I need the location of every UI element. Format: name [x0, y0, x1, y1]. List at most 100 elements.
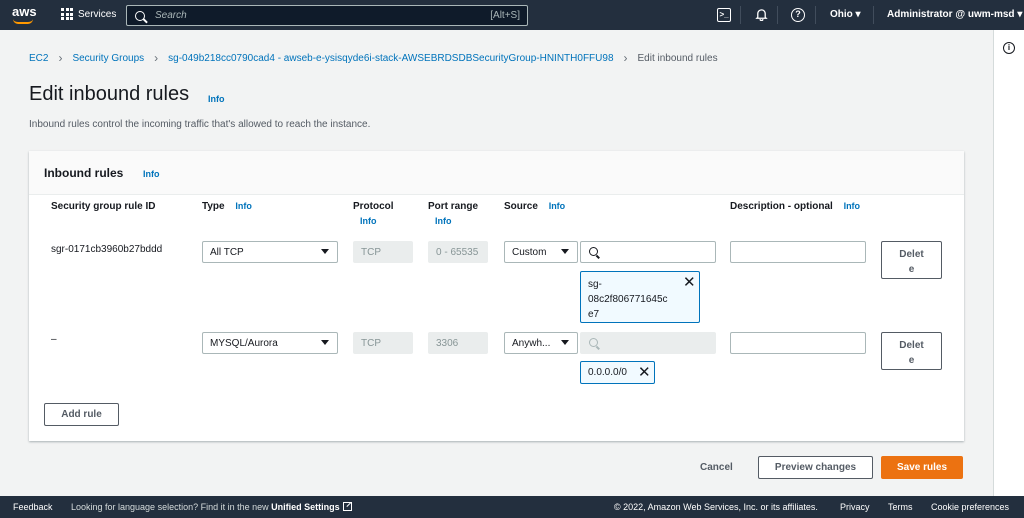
- top-navigation: aws Services Search [Alt+S] >_ ? Ohio ▾ …: [0, 0, 1024, 30]
- search-shortcut: [Alt+S]: [490, 10, 520, 21]
- source-select[interactable]: Custom: [504, 241, 578, 263]
- search-icon: [135, 10, 145, 21]
- language-prompt-text: Looking for language selection? Find it …: [71, 502, 269, 512]
- copyright: © 2022, Amazon Web Services, Inc. or its…: [614, 502, 818, 512]
- help-icon[interactable]: ?: [791, 8, 805, 22]
- inbound-rules-panel: Inbound rules Info Security group rule I…: [29, 151, 964, 441]
- breadcrumb-ec2[interactable]: EC2: [29, 53, 48, 64]
- port-range-info-link[interactable]: Info: [435, 216, 452, 226]
- source-select-value: Anywh...: [512, 337, 551, 349]
- source-select[interactable]: Anywh...: [504, 332, 578, 354]
- col-source: Source Info: [504, 199, 565, 214]
- services-grid-icon: [61, 8, 73, 20]
- bell-icon[interactable]: [754, 8, 768, 22]
- caret-down-icon: [321, 249, 329, 254]
- breadcrumb-security-group[interactable]: sg-049b218cc0790cad4 - awseb-e-ysisqyde6…: [168, 53, 613, 64]
- col-protocol-label: Protocol: [353, 201, 394, 212]
- footer: Feedback Looking for language selection?…: [0, 496, 1024, 518]
- port-range-field: 3306: [428, 332, 488, 354]
- token-value: 0.0.0.0/0: [588, 367, 627, 378]
- port-range-field: 0 - 65535: [428, 241, 488, 263]
- external-link-icon: [342, 502, 352, 511]
- page-info-link[interactable]: Info: [208, 94, 225, 104]
- cookie-preferences-link[interactable]: Cookie preferences: [931, 502, 1009, 512]
- language-prompt: Looking for language selection? Find it …: [71, 502, 352, 512]
- delete-label-line: e: [908, 264, 915, 275]
- chevron-right-icon: ›: [58, 51, 63, 65]
- feedback-link[interactable]: Feedback: [13, 502, 53, 512]
- col-type-label: Type: [202, 201, 225, 212]
- search-icon: [589, 338, 598, 347]
- col-source-label: Source: [504, 201, 538, 212]
- panel-info-link[interactable]: Info: [143, 169, 160, 179]
- panel-title: Inbound rules: [44, 166, 124, 180]
- description-input[interactable]: [730, 332, 866, 354]
- search-icon: [589, 247, 598, 256]
- token-line: 08c2f806771645c: [588, 294, 668, 305]
- cidr-search-input: [580, 332, 716, 354]
- delete-button[interactable]: Delet e: [881, 332, 942, 370]
- cidr-search-input[interactable]: [580, 241, 716, 263]
- col-description-label: Description - optional: [730, 201, 833, 212]
- col-rule-id: Security group rule ID: [51, 201, 156, 212]
- privacy-link[interactable]: Privacy: [840, 502, 870, 512]
- nav-divider: [815, 6, 816, 24]
- nav-divider: [777, 6, 778, 24]
- nav-divider: [740, 6, 741, 24]
- delete-button[interactable]: Delet e: [881, 241, 942, 279]
- page-description: Inbound rules control the incoming traff…: [29, 119, 371, 130]
- search-input[interactable]: Search [Alt+S]: [126, 5, 528, 26]
- aws-smile-icon: [13, 19, 33, 24]
- source-select-value: Custom: [512, 246, 547, 258]
- account-label: Administrator @ uwm-msd: [887, 9, 1015, 20]
- type-select-value: MYSQL/Aurora: [210, 337, 278, 349]
- type-select[interactable]: All TCP: [202, 241, 338, 263]
- nav-divider: [873, 6, 874, 24]
- protocol-field: TCP: [353, 241, 413, 263]
- type-select[interactable]: MYSQL/Aurora: [202, 332, 338, 354]
- caret-down-icon: [561, 249, 569, 254]
- info-icon[interactable]: i: [1003, 42, 1015, 54]
- delete-label-line: Delet: [899, 340, 924, 351]
- source-info-link[interactable]: Info: [549, 201, 566, 211]
- terms-link[interactable]: Terms: [888, 502, 913, 512]
- panel-header: Inbound rules Info: [29, 151, 964, 195]
- type-select-value: All TCP: [210, 246, 244, 258]
- page-title: Edit inbound rules: [29, 83, 190, 105]
- search-placeholder: Search: [155, 10, 187, 21]
- breadcrumb-security-groups[interactable]: Security Groups: [72, 53, 144, 64]
- col-description: Description - optional Info: [730, 199, 860, 214]
- aws-logo[interactable]: aws: [12, 4, 37, 19]
- add-rule-button[interactable]: Add rule: [44, 403, 119, 426]
- region-label: Ohio: [830, 9, 853, 20]
- protocol-field: TCP: [353, 332, 413, 354]
- col-type: Type Info: [202, 199, 252, 214]
- close-icon[interactable]: ✕: [683, 275, 696, 290]
- chevron-right-icon: ›: [623, 51, 628, 65]
- breadcrumb: EC2 › Security Groups › sg-049b218cc0790…: [29, 51, 718, 65]
- breadcrumb-current: Edit inbound rules: [637, 52, 718, 64]
- help-panel-strip: i: [993, 30, 1024, 496]
- token-line: e7: [588, 309, 600, 320]
- chevron-right-icon: ›: [154, 51, 159, 65]
- rule-id: sgr-0171cb3960b27bddd: [51, 244, 163, 255]
- col-port-range: Port range Info: [428, 199, 478, 229]
- preview-changes-button[interactable]: Preview changes: [758, 456, 873, 479]
- type-info-link[interactable]: Info: [235, 201, 252, 211]
- token-line: sg-: [588, 279, 602, 290]
- description-input[interactable]: [730, 241, 866, 263]
- caret-down-icon: [561, 340, 569, 345]
- account-menu[interactable]: Administrator @ uwm-msd ▾: [887, 9, 1022, 20]
- cloudshell-icon[interactable]: >_: [717, 8, 731, 22]
- region-menu[interactable]: Ohio ▾: [830, 9, 861, 20]
- cancel-button[interactable]: Cancel: [700, 462, 733, 473]
- delete-label-line: Delet: [899, 249, 924, 260]
- save-rules-button[interactable]: Save rules: [881, 456, 963, 479]
- close-icon[interactable]: ✕: [638, 365, 651, 380]
- protocol-info-link[interactable]: Info: [360, 216, 377, 226]
- unified-settings-link[interactable]: Unified Settings: [271, 502, 352, 512]
- services-label: Services: [78, 8, 117, 20]
- description-info-link[interactable]: Info: [844, 201, 861, 211]
- source-token: sg- 08c2f806771645c e7 ✕: [580, 271, 700, 323]
- services-button[interactable]: Services: [61, 8, 116, 20]
